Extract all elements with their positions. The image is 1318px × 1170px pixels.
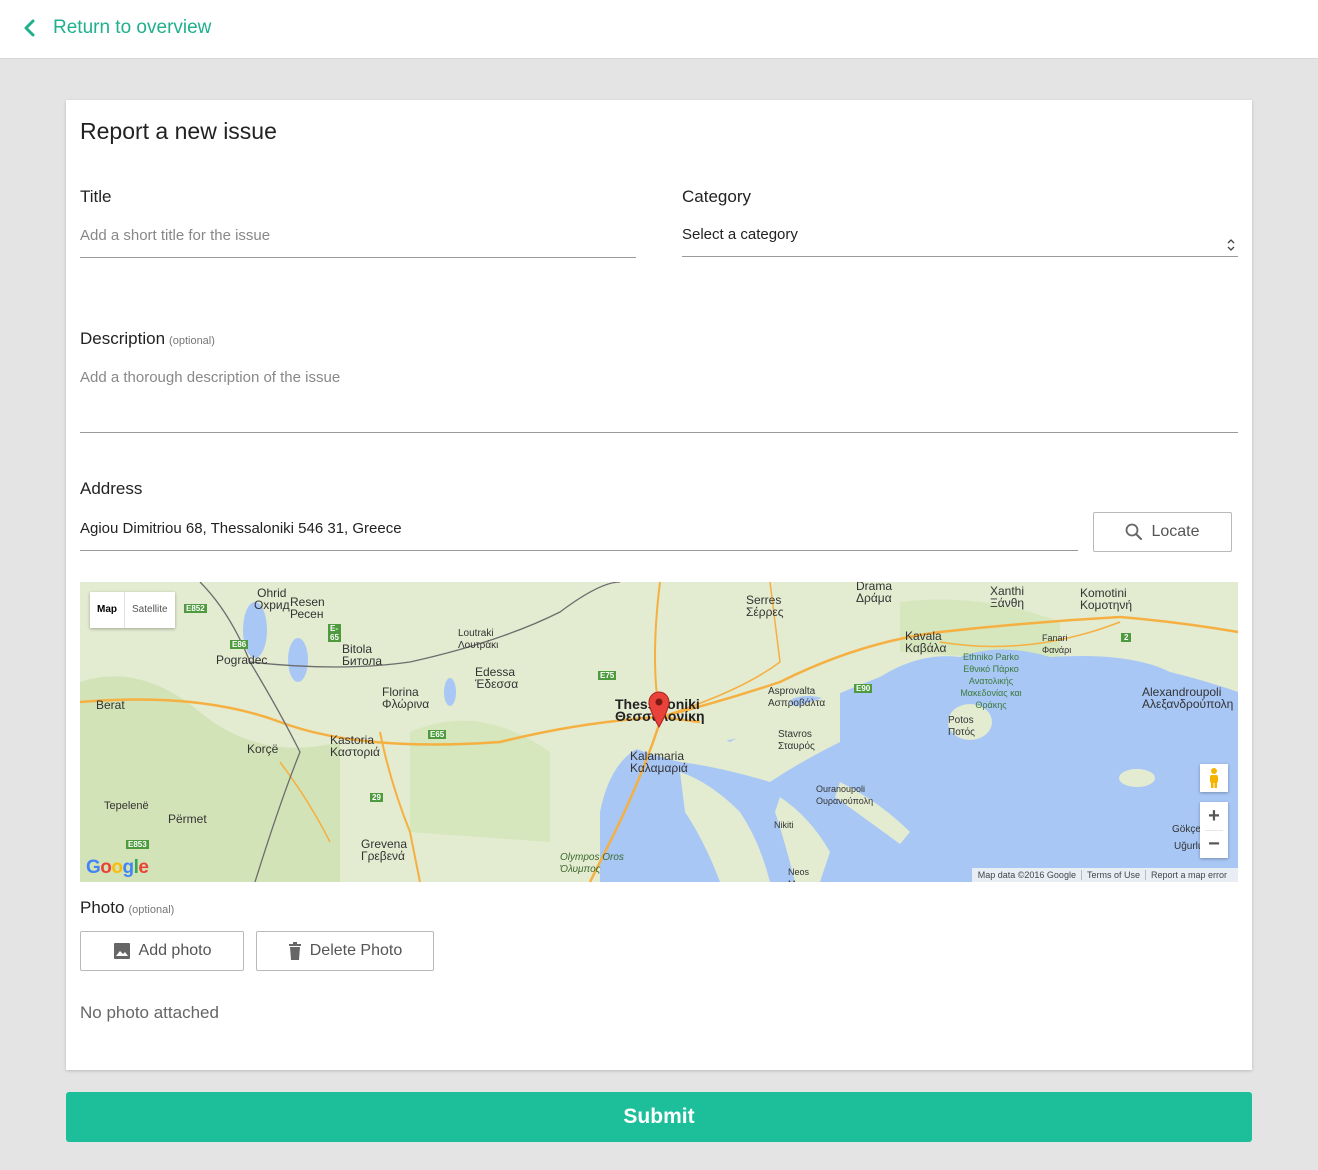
map-label: Korçë [247,742,279,756]
location-map[interactable]: Ohrid Охрид Resen Ресен Pogradec Bitola Бит… [80,582,1238,882]
add-photo-label: Add photo [138,942,212,959]
address-input-value: Agiou Dimitriou 68, Thessaloniki 546 31,… [80,520,402,537]
map-label: Asprovalta Ασπροβάλτα [768,686,826,709]
map-label: Gökçe [1172,824,1201,835]
map-label: Xanthi Ξάνθη [990,584,1025,610]
location-marker-icon [648,691,670,728]
zoom-control: + − [1200,802,1228,858]
road-shield: 29 [370,793,383,802]
map-label: Përmet [168,812,207,826]
map-label: Bitola Битола [342,642,383,668]
select-arrows-icon [1227,239,1235,251]
description-optional-tag: (optional) [169,335,215,347]
category-selected-value: Select a category [682,226,798,243]
map-data-text: Map data ©2016 Google [977,870,1076,880]
locate-button[interactable]: Locate [1093,512,1232,552]
delete-photo-label: Delete Photo [309,942,403,959]
map-label: Kavala Καβάλα [905,629,947,655]
road-shield: E853 [126,840,149,849]
street-view-pegman[interactable] [1200,764,1228,792]
description-field-label: Description (optional) [80,329,215,349]
title-field-label: Title [80,187,112,206]
zoom-out-button[interactable]: − [1200,830,1228,858]
map-label: Drama Δράμα [856,582,893,605]
address-field-label: Address [80,479,143,498]
road-shield: E852 [184,604,207,613]
category-select[interactable]: Select a category [682,226,1238,257]
map-label: Komotini Κομοτηνή [1080,586,1133,612]
map-label: Resen Ресен [290,595,325,621]
road-shield: E86 [230,640,249,649]
road-shield: E-65 [328,624,341,642]
map-label: Fanari Φανάρι [1042,633,1072,655]
description-placeholder: Add a thorough description of the issue [80,369,341,386]
map-type-control: Map Satellite [90,592,175,628]
zoom-in-button[interactable]: + [1200,802,1228,830]
map-label: Tepelenë [104,800,149,812]
map-label: Olympos Oros Όλυμπος [560,852,624,875]
map-label: Edessa Έδεσσα [475,665,519,691]
photo-optional-tag: (optional) [128,904,175,916]
map-attribution: Map data ©2016 Google Terms of Use Repor… [971,868,1238,882]
google-logo: Google [86,857,149,878]
address-input[interactable]: Agiou Dimitriou 68, Thessaloniki 546 31,… [80,520,1078,551]
delete-photo-button[interactable]: Delete Photo [256,931,434,971]
locate-button-label: Locate [1151,523,1200,540]
photo-status-text: No photo attached [80,1003,219,1022]
top-bar: Return to overview [0,0,1318,59]
pegman-icon [1210,768,1218,788]
page-title: Report a new issue [80,118,277,144]
map-label: Ouranoupoli Ουρανούπολη [816,784,874,806]
map-label: Ohrid Охрид [254,586,290,612]
map-label: Loutraki Λουτράκι [458,628,499,651]
report-issue-card: Report a new issue Title Add a short tit… [66,100,1252,1070]
map-label: Kalamaria Καλαμαριά [630,749,688,775]
chevron-left-icon [24,19,35,37]
add-photo-button[interactable]: Add photo [80,931,244,971]
terms-of-use-link[interactable]: Terms of Use [1080,870,1145,880]
photo-label-text: Photo [80,898,125,917]
road-shield: E65 [428,730,447,739]
map-label: Potos Ποτός [948,715,975,738]
title-input[interactable]: Add a short title for the issue [80,227,636,258]
submit-button[interactable]: Submit [66,1092,1252,1142]
image-icon [113,943,130,959]
photo-field-label: Photo (optional) [80,898,174,918]
submit-button-label: Submit [623,1105,695,1128]
map-label: Alexandroupoli Αλεξανδρούπολη [1142,685,1234,711]
return-to-overview-link[interactable]: Return to overview [22,17,211,39]
map-label: Pogradec [216,653,268,667]
category-field-label: Category [682,187,751,206]
return-to-overview-label: Return to overview [53,17,212,38]
trash-icon [288,942,301,960]
road-shield: E75 [598,671,617,680]
description-textarea[interactable]: Add a thorough description of the issue [80,369,1238,433]
road-shield: 2 [1121,633,1132,642]
map-labels-layer: Ohrid Охрид Resen Ресен Pogradec Bitola Бит… [80,582,1238,882]
description-label-text: Description [80,329,166,348]
map-label: Florina Φλώρινα [382,685,430,711]
map-label: Ethniko Parko Εθνικό Πάρκο Ανατολικής Μακ… [960,652,1022,710]
road-shield: E90 [854,684,873,693]
map-label: Neos Marmaras [788,867,829,882]
title-input-placeholder: Add a short title for the issue [80,227,271,244]
report-map-error-link[interactable]: Report a map error [1144,870,1232,880]
search-icon [1126,523,1143,540]
map-label: Stavros Σταυρός [778,729,815,752]
map-label: Serres Σέρρες [746,593,784,619]
map-label: Nikiti [774,820,794,830]
map-type-satellite-button[interactable]: Satellite [125,592,175,628]
map-type-map-button[interactable]: Map [90,592,125,628]
map-label: Berat [96,698,125,712]
map-label: Grevena Γρεβενά [361,837,408,863]
map-label: Kastoria Καστοριά [330,733,380,759]
